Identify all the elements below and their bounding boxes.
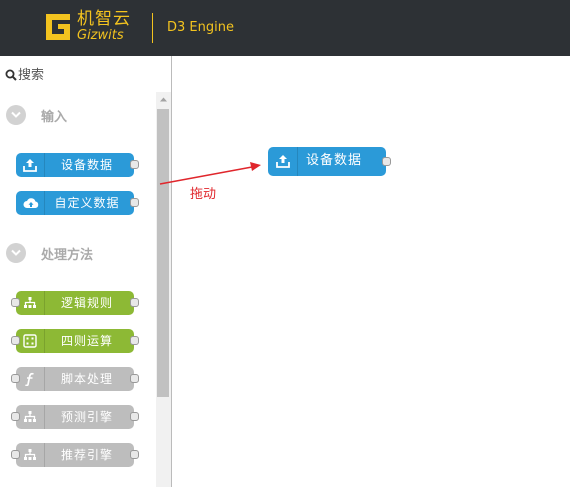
- palette-node-prediction-engine[interactable]: 预测引擎: [11, 405, 139, 429]
- scroll-up-arrow-icon[interactable]: [156, 92, 171, 107]
- node-label: 自定义数据: [54, 196, 120, 210]
- palette-node-recommendation-engine[interactable]: 推荐引擎: [11, 443, 139, 467]
- header-divider: [152, 13, 153, 43]
- palette-node-logic-rule[interactable]: 逻辑规则: [11, 291, 139, 315]
- output-port[interactable]: [130, 412, 139, 421]
- upload-icon: [268, 147, 298, 176]
- category-label: 处理方法: [41, 248, 94, 263]
- gizwits-logo-icon: [46, 14, 70, 40]
- output-port[interactable]: [130, 450, 139, 459]
- palette-scrollbar[interactable]: [156, 92, 171, 487]
- palette-node-arithmetic[interactable]: 四则运算: [11, 329, 139, 353]
- chevron-down-icon: [6, 105, 26, 125]
- palette-node-custom-data[interactable]: 自定义数据: [16, 191, 139, 215]
- sitemap-icon: [16, 443, 45, 467]
- chevron-down-icon: [6, 243, 26, 263]
- calculator-icon: [16, 329, 45, 353]
- node-label: 四则运算: [60, 334, 113, 348]
- sitemap-icon: [16, 291, 45, 315]
- output-port[interactable]: [382, 157, 391, 166]
- search-icon: [5, 69, 17, 81]
- node-palette: 输入 设备数据 自定义数据 处理方法 逻辑规则 四则运算: [0, 56, 172, 487]
- node-label: 逻辑规则: [60, 296, 113, 310]
- output-port[interactable]: [130, 198, 139, 207]
- logo-cn-text: 机智云: [77, 9, 131, 29]
- output-port[interactable]: [130, 160, 139, 169]
- output-port[interactable]: [130, 336, 139, 345]
- app-title: D3 Engine: [167, 20, 234, 35]
- category-label: 输入: [41, 110, 68, 125]
- node-label: 推荐引擎: [60, 448, 113, 462]
- upload-icon: [16, 153, 45, 177]
- node-label: 脚本处理: [60, 372, 113, 386]
- sitemap-icon: [16, 405, 45, 429]
- logo-en-text: Gizwits: [77, 28, 124, 43]
- node-label: 设备数据: [306, 153, 363, 168]
- workspace-node-device-data[interactable]: 设备数据: [268, 147, 391, 176]
- cloud-upload-icon: [16, 191, 45, 215]
- search-input[interactable]: [18, 66, 158, 84]
- node-label: 预测引擎: [60, 410, 113, 424]
- output-port[interactable]: [130, 298, 139, 307]
- function-icon: [16, 367, 45, 391]
- node-label: 设备数据: [60, 158, 113, 172]
- drag-hint-label: 拖动: [190, 187, 217, 202]
- output-port[interactable]: [130, 374, 139, 383]
- scrollbar-thumb[interactable]: [157, 109, 169, 397]
- palette-node-device-data[interactable]: 设备数据: [16, 153, 139, 177]
- palette-node-script[interactable]: 脚本处理: [11, 367, 139, 391]
- app-header: 机智云 Gizwits D3 Engine: [0, 0, 570, 56]
